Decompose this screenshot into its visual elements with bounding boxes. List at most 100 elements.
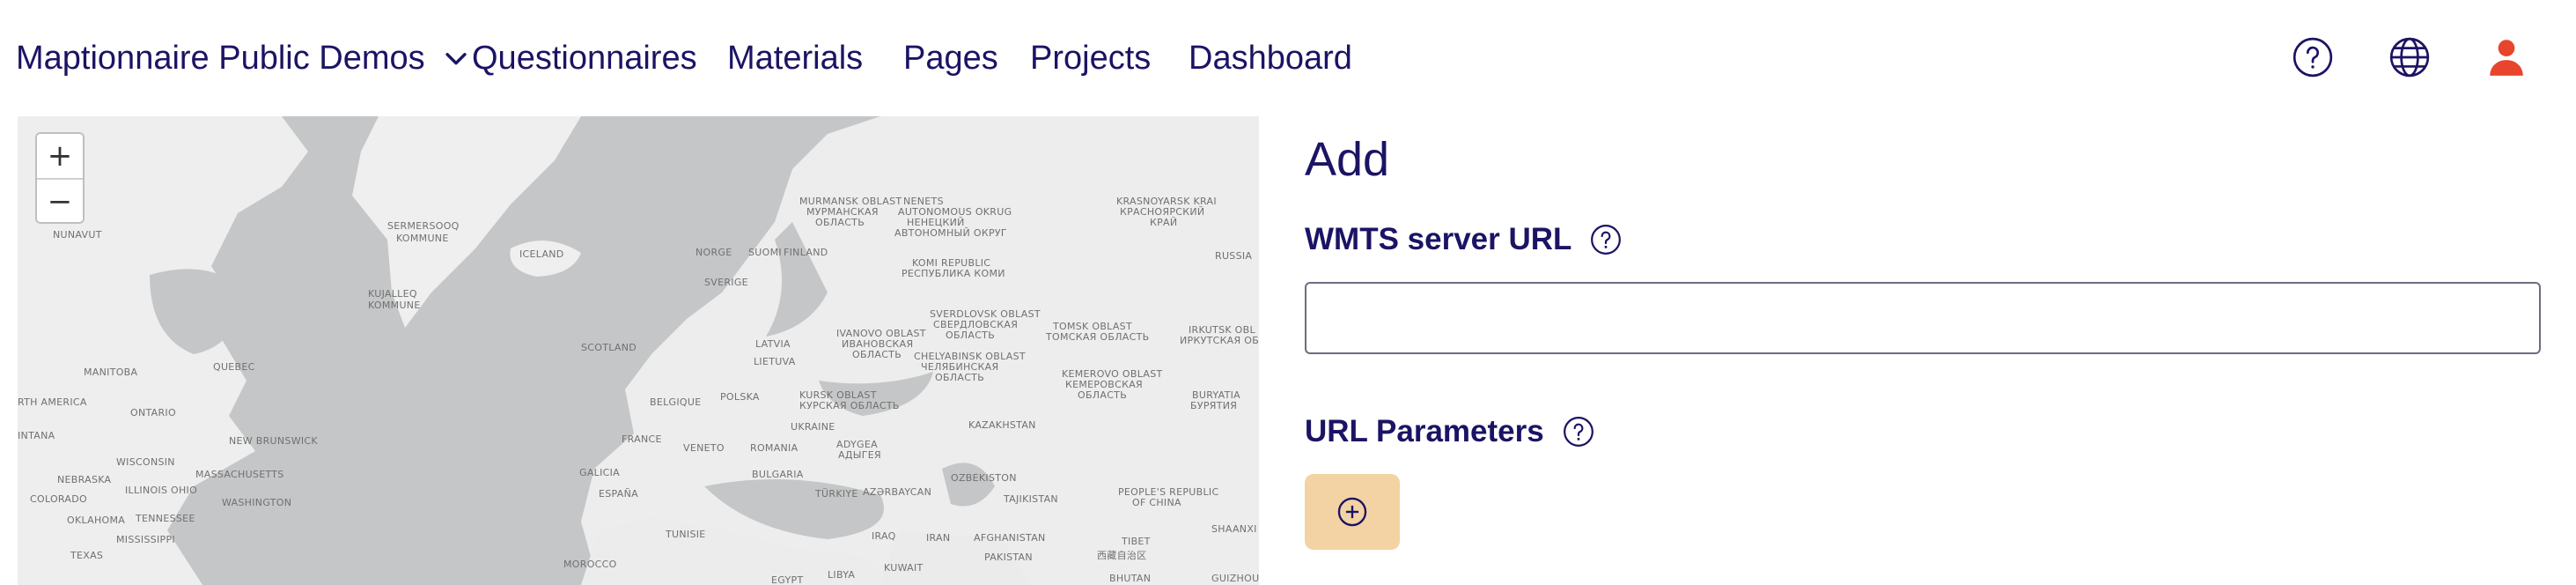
map-label: SERMERSOOQ — [387, 220, 460, 232]
map-basemap — [18, 116, 1259, 585]
map-label: TÜRKIYE — [815, 488, 858, 500]
url-parameters-label-text: URL Parameters — [1305, 414, 1544, 448]
map-label: INTANA — [18, 430, 55, 441]
map-label: КРАЙ — [1150, 217, 1178, 228]
map-label: KAZAKHSTAN — [968, 419, 1036, 431]
map-label: MOROCCO — [563, 559, 617, 570]
form-title: Add — [1305, 133, 1390, 186]
url-parameters-label: URL Parameters — [1305, 414, 1595, 449]
map-label: OKLAHOMA — [67, 515, 126, 526]
map-label: ОБЛАСТЬ — [815, 217, 865, 228]
map-label: QUEBEC — [213, 361, 255, 373]
map-label: АВТОНОМНЫЙ ОКРУГ — [894, 227, 1007, 239]
map-label: ESPAÑA — [599, 488, 638, 500]
url-parameters-help-icon[interactable] — [1562, 415, 1595, 448]
map-label: GUIZHOU — [1211, 573, 1259, 584]
map-label: LIETUVA — [754, 356, 796, 367]
add-url-parameter-button[interactable] — [1305, 474, 1400, 550]
map-label: TENNESSEE — [136, 513, 195, 524]
nav-questionnaires[interactable]: Questionnaires — [472, 32, 697, 85]
nav-projects[interactable]: Projects — [1030, 32, 1151, 85]
wmts-help-icon[interactable] — [1589, 223, 1623, 256]
map-label: KUJALLEQ — [368, 288, 417, 300]
map-label: KOMMUNE — [368, 300, 421, 311]
map-label: ROMANIA — [750, 442, 799, 454]
zoom-control: + − — [35, 132, 85, 224]
globe-icon — [2389, 37, 2430, 78]
nav-materials[interactable]: Materials — [727, 32, 863, 85]
map-label: АДЫГЕЯ — [838, 449, 881, 461]
map-label: MASSACHUSETTS — [195, 469, 284, 480]
map-label: POLSKA — [720, 391, 760, 403]
map-label: BELGIQUE — [650, 396, 702, 408]
map-label: ТОМСКАЯ ОБЛАСТЬ — [1046, 331, 1150, 343]
user-icon — [2490, 40, 2523, 76]
help-button[interactable] — [2289, 33, 2337, 81]
map-label: TIBET — [1122, 536, 1151, 547]
zoom-in-button[interactable]: + — [37, 134, 83, 178]
map-label: ОБЛАСТЬ — [1078, 389, 1128, 401]
map-label: OZBEKISTON — [951, 472, 1017, 484]
top-navigation: Maptionnaire Public Demos Questionnaires… — [0, 0, 2576, 115]
map-label: AFGHANISTAN — [974, 532, 1046, 544]
map-label: ONTARIO — [130, 407, 176, 418]
map-label: BULGARIA — [752, 469, 804, 480]
language-button[interactable] — [2386, 33, 2433, 81]
chevron-down-icon — [445, 53, 467, 65]
map-label: TAJIKISTAN — [1004, 493, 1058, 505]
map-label: EGYPT — [771, 574, 804, 585]
map-label: ИРКУТСКАЯ ОБ — [1180, 335, 1259, 346]
organization-selector[interactable]: Maptionnaire Public Demos — [16, 32, 471, 85]
map-label: ОБЛАСТЬ — [935, 372, 985, 383]
map-label: RTH AMERICA — [18, 396, 87, 408]
map-label: AZƏRBAYCAN — [863, 486, 932, 498]
map-view[interactable]: + − NUNAVUT SERMERSOOQ KOMMUNE KUJALLEQ KOMM… — [18, 116, 1259, 585]
map-label: ОБЛАСТЬ — [852, 349, 902, 360]
map-label: SCOTLAND — [581, 342, 637, 353]
map-label: NEBRASKA — [57, 474, 112, 485]
map-label: GALICIA — [579, 467, 620, 478]
map-label: VENETO — [683, 442, 725, 454]
map-label: UKRAINE — [791, 421, 835, 433]
map-label: KOMMUNE — [396, 233, 449, 244]
map-label: ICELAND — [519, 248, 564, 260]
map-label: WASHINGTON — [222, 497, 292, 508]
nav-dashboard[interactable]: Dashboard — [1189, 32, 1352, 85]
wmts-url-label: WMTS server URL — [1305, 222, 1623, 257]
map-label: FINLAND — [784, 247, 828, 258]
map-label: LIBYA — [828, 569, 856, 581]
map-label: БУРЯТИЯ — [1190, 400, 1238, 411]
map-label: RUSSIA — [1215, 250, 1253, 262]
map-label: NORGE — [696, 247, 732, 258]
map-label: TEXAS — [70, 550, 104, 561]
map-label: 西藏自治区 — [1097, 550, 1147, 561]
map-label: SVERIGE — [704, 277, 748, 288]
map-label: ОБЛАСТЬ — [946, 330, 996, 341]
help-circle-icon — [2293, 37, 2333, 78]
wmts-url-label-text: WMTS server URL — [1305, 222, 1572, 256]
map-label: PAKISTAN — [984, 552, 1033, 563]
map-label: IRAN — [926, 532, 951, 544]
map-label: MISSISSIPPI — [116, 534, 175, 545]
wmts-url-input[interactable] — [1305, 282, 2541, 354]
user-menu-button[interactable] — [2483, 33, 2530, 81]
map-label: SUOMI — [748, 247, 782, 258]
map-label: IRAQ — [872, 530, 896, 542]
map-label: OHIO — [171, 485, 198, 496]
map-label: LATVIA — [755, 338, 791, 350]
map-label: ILLINOIS — [125, 485, 168, 496]
map-label: KUWAIT — [884, 562, 924, 574]
nav-pages[interactable]: Pages — [903, 32, 998, 85]
map-label: BHUTAN — [1109, 573, 1152, 584]
map-label: OF CHINA — [1132, 497, 1181, 508]
zoom-out-button[interactable]: − — [37, 178, 83, 222]
map-label: MANITOBA — [84, 367, 138, 378]
map-label: КУРСКАЯ ОБЛАСТЬ — [799, 400, 900, 411]
map-label: SHAANXI — [1211, 523, 1257, 535]
map-label: РЕСПУБЛИКА КОМИ — [902, 268, 1005, 279]
map-label: TUNISIE — [666, 529, 706, 540]
map-label: NUNAVUT — [53, 229, 102, 241]
organization-name: Maptionnaire Public Demos — [16, 39, 425, 77]
map-label: WISCONSIN — [116, 456, 175, 468]
plus-circle-icon — [1337, 497, 1367, 527]
